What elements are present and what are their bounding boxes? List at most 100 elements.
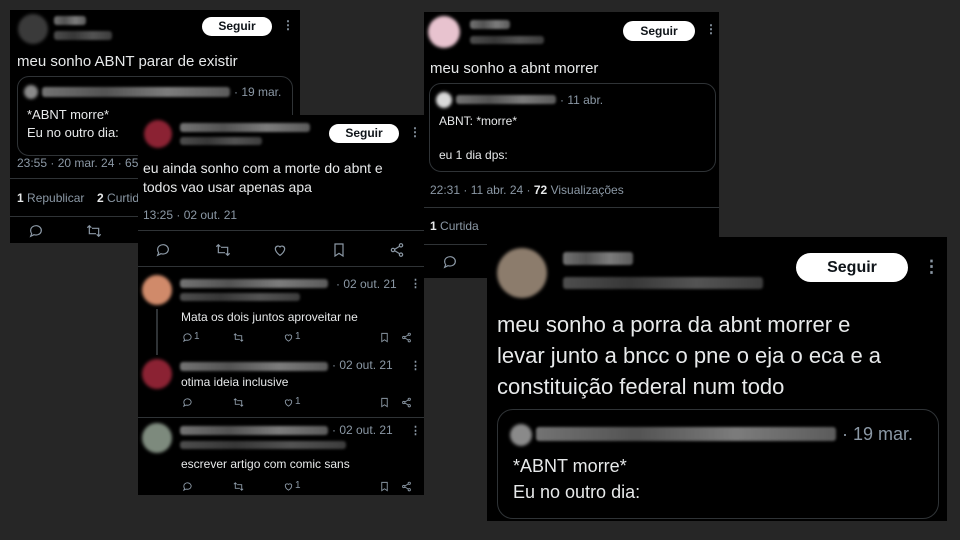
repost-icon[interactable] xyxy=(231,330,245,344)
reply-avatar xyxy=(142,423,172,453)
likes-label: Curtid xyxy=(107,191,140,205)
bookmark-icon[interactable] xyxy=(377,330,391,344)
like-count: 1 xyxy=(295,331,301,342)
repost-icon[interactable] xyxy=(231,395,245,409)
username-blurred xyxy=(180,123,310,132)
quoted-tweet[interactable]: · 11 abr. ABNT: *morre* eu 1 dia dps: xyxy=(429,83,716,172)
tweet-text-line-1: eu ainda sonho com a morte do abnt e xyxy=(143,160,383,176)
reposts-count: 1 xyxy=(17,191,24,205)
quote-avatar xyxy=(436,92,452,108)
reply-handle-blurred xyxy=(180,441,346,449)
divider xyxy=(138,230,424,231)
more-options-icon[interactable]: ⋮ xyxy=(923,257,940,277)
divider xyxy=(424,207,719,208)
views-count: 72 xyxy=(533,183,548,197)
handle-blurred xyxy=(54,31,112,40)
quote-date: · 11 abr. xyxy=(560,93,604,107)
like-icon[interactable] xyxy=(281,330,295,344)
tweet-text-line-2: todos vao usar apenas apa xyxy=(143,179,312,195)
like-stats[interactable]: 1 Curtida xyxy=(430,219,479,233)
reply-date: · 02 out. 21 xyxy=(332,423,393,437)
more-options-icon[interactable]: ⋮ xyxy=(410,359,421,372)
handle-blurred xyxy=(470,36,544,44)
share-icon[interactable] xyxy=(387,240,407,260)
avatar[interactable] xyxy=(497,248,547,298)
more-options-icon[interactable]: ⋮ xyxy=(409,125,421,139)
reply-text: escrever artigo com comic sans xyxy=(181,457,350,471)
tweet-meta: 23:55 · 20 mar. 24 · 65 xyxy=(17,156,139,170)
reply-icon[interactable] xyxy=(440,252,460,272)
reply-author-blurred xyxy=(180,426,328,435)
bookmark-icon[interactable] xyxy=(329,240,349,260)
share-icon[interactable] xyxy=(399,479,413,493)
like-icon[interactable] xyxy=(281,479,295,493)
reply-item[interactable]: · 02 out. 21 ⋮ Mata os dois juntos aprov… xyxy=(138,267,424,355)
avatar[interactable] xyxy=(18,14,48,44)
repost-icon[interactable] xyxy=(213,240,233,260)
follow-button[interactable]: Seguir xyxy=(796,253,908,282)
avatar[interactable] xyxy=(144,120,172,148)
tweet-meta: 22:31 · 11 abr. 24 · 72 Visualizações xyxy=(430,183,624,197)
more-options-icon[interactable]: ⋮ xyxy=(282,18,294,32)
like-count: 1 xyxy=(295,480,301,491)
handle-blurred xyxy=(563,277,763,289)
reply-icon[interactable] xyxy=(180,330,194,344)
more-options-icon[interactable]: ⋮ xyxy=(705,22,717,36)
more-options-icon[interactable]: ⋮ xyxy=(410,424,421,437)
quote-line-2: eu 1 dia dps: xyxy=(439,148,508,162)
quote-line-2: Eu no outro dia: xyxy=(513,482,641,502)
reply-author-blurred xyxy=(180,279,328,288)
tweet-card-2: Seguir ⋮ eu ainda sonho com a morte do a… xyxy=(138,115,424,495)
like-count: 1 xyxy=(295,396,301,407)
reply-date: · 02 out. 21 xyxy=(332,358,393,372)
quoted-tweet[interactable]: · 19 mar. *ABNT morre* Eu no outro dia: xyxy=(497,409,939,519)
tweet-text-line-3: constituição federal num todo xyxy=(497,374,785,399)
share-icon[interactable] xyxy=(399,330,413,344)
username-blurred xyxy=(54,16,86,25)
quote-avatar xyxy=(510,424,532,446)
tweet-text: meu sonho a abnt morrer xyxy=(430,60,599,77)
thread-line xyxy=(156,309,158,355)
reply-count: 1 xyxy=(194,331,200,342)
quote-author-blurred xyxy=(42,87,230,97)
repost-stats[interactable]: 1 Republicar xyxy=(17,191,84,205)
like-icon[interactable] xyxy=(270,240,290,260)
reply-icon[interactable] xyxy=(153,240,173,260)
quote-author-blurred xyxy=(536,427,836,441)
more-options-icon[interactable]: ⋮ xyxy=(410,277,421,290)
bookmark-icon[interactable] xyxy=(377,479,391,493)
avatar[interactable] xyxy=(428,16,460,48)
reposts-label: Republicar xyxy=(27,191,85,205)
reply-text: otima ideia inclusive xyxy=(181,375,289,389)
quote-line-1: *ABNT morre* xyxy=(27,107,110,122)
follow-button[interactable]: Seguir xyxy=(623,21,695,41)
username-blurred xyxy=(470,20,510,29)
tweet-text-line-2: levar junto a bncc o pne o eja o eca e a xyxy=(497,343,882,368)
follow-button[interactable]: Seguir xyxy=(329,124,399,143)
tweet-text: meu sonho ABNT parar de existir xyxy=(17,53,238,70)
repost-icon[interactable] xyxy=(84,222,104,240)
likes-count: 2 xyxy=(97,191,104,205)
repost-icon[interactable] xyxy=(231,479,245,493)
reply-text: Mata os dois juntos aproveitar ne xyxy=(181,310,358,324)
views-label: Visualizações xyxy=(550,183,624,197)
follow-button[interactable]: Seguir xyxy=(202,17,272,36)
like-stats[interactable]: 2 Curtid xyxy=(97,191,139,205)
reply-item[interactable]: · 02 out. 21 ⋮ escrever artigo com comic… xyxy=(138,418,424,495)
tweet-meta: 13:25 · 02 out. 21 xyxy=(143,208,238,222)
quote-line-2: Eu no outro dia: xyxy=(27,125,119,140)
reply-icon[interactable] xyxy=(180,479,194,493)
reply-item[interactable]: · 02 out. 21 ⋮ otima ideia inclusive 1 xyxy=(138,355,424,417)
bookmark-icon[interactable] xyxy=(377,395,391,409)
reply-avatar xyxy=(142,359,172,389)
share-icon[interactable] xyxy=(399,395,413,409)
username-blurred xyxy=(563,252,633,265)
like-icon[interactable] xyxy=(281,395,295,409)
handle-blurred xyxy=(180,137,262,145)
quote-date: · 19 mar. xyxy=(234,85,282,99)
reply-icon[interactable] xyxy=(180,395,194,409)
reply-icon[interactable] xyxy=(26,222,46,240)
tweet-timestamp: 22:31 · 11 abr. 24 · xyxy=(430,183,531,197)
reply-author-blurred xyxy=(180,362,328,371)
reply-date: · 02 out. 21 xyxy=(336,277,397,291)
